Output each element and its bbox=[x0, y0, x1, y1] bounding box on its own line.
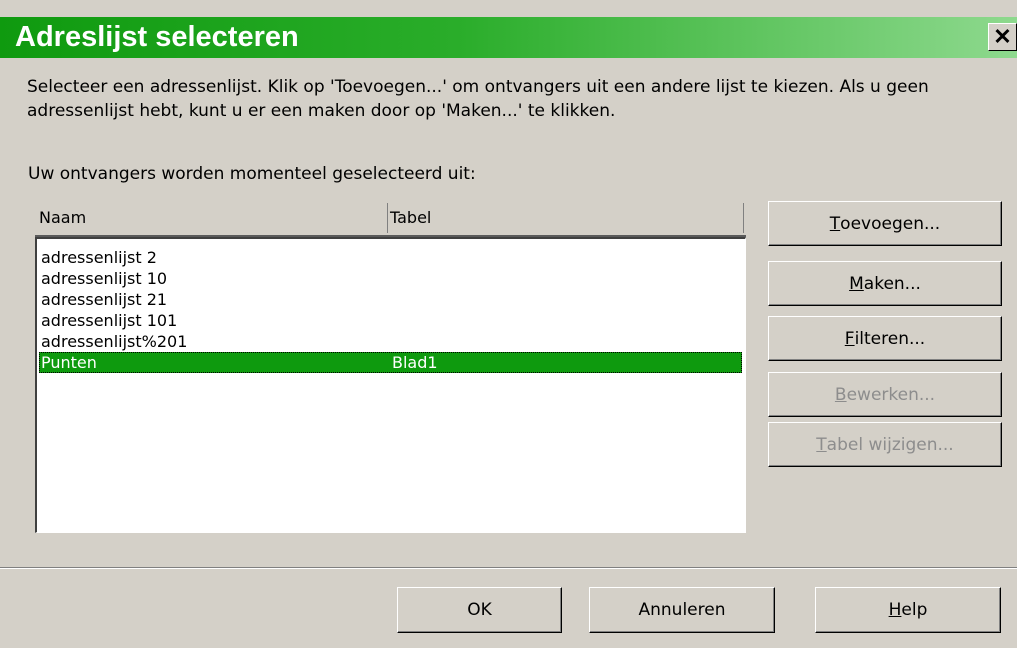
column-header-naam[interactable]: Naam bbox=[39, 208, 86, 227]
maken-label: aken... bbox=[863, 273, 921, 294]
footer-separator bbox=[0, 567, 1017, 569]
bewerken-label: ewerken... bbox=[846, 384, 936, 405]
description-text: Selecteer een adressenlijst. Klik op 'To… bbox=[27, 77, 929, 121]
address-list: Naam Tabel adressenlijst 2 adressenlijst… bbox=[35, 201, 746, 533]
dialog-titlebar: Adreslijst selecteren ✕ bbox=[0, 17, 1017, 58]
filteren-label: ilteren... bbox=[854, 328, 926, 349]
toevoegen-button[interactable]: Toevoegen... bbox=[768, 201, 1002, 246]
list-item[interactable]: adressenlijst%201 bbox=[39, 331, 742, 352]
list-item-table: Blad1 bbox=[392, 353, 438, 372]
maken-button[interactable]: Maken... bbox=[768, 261, 1002, 306]
list-item-name: adressenlijst 2 bbox=[41, 248, 157, 267]
help-button[interactable]: Help bbox=[815, 587, 1001, 633]
dialog-title: Adreslijst selecteren bbox=[15, 21, 299, 53]
list-item[interactable]: adressenlijst 10 bbox=[39, 268, 742, 289]
annuleren-button[interactable]: Annuleren bbox=[589, 587, 775, 633]
close-icon: ✕ bbox=[993, 24, 1012, 49]
list-item-name: adressenlijst%201 bbox=[41, 332, 188, 351]
toevoegen-accesskey: T bbox=[829, 213, 841, 234]
list-item[interactable]: adressenlijst 101 bbox=[39, 310, 742, 331]
list-item-selected[interactable]: Punten Blad1 bbox=[39, 352, 742, 373]
close-button[interactable]: ✕ bbox=[988, 23, 1017, 51]
list-header: Naam Tabel bbox=[35, 201, 746, 237]
ok-label: OK bbox=[467, 600, 492, 620]
list-item-name: adressenlijst 101 bbox=[41, 311, 178, 330]
column-divider[interactable] bbox=[743, 203, 744, 233]
list-item[interactable]: adressenlijst 21 bbox=[39, 289, 742, 310]
current-source-label: Uw ontvangers worden momenteel geselecte… bbox=[28, 164, 476, 184]
annuleren-label: Annuleren bbox=[638, 600, 726, 620]
help-label: elp bbox=[901, 600, 928, 620]
help-accesskey: H bbox=[888, 600, 902, 620]
toevoegen-label: oevoegen... bbox=[840, 213, 941, 234]
tabel-wijzigen-accesskey: T bbox=[816, 434, 827, 455]
list-body: adressenlijst 2 adressenlijst 10 adresse… bbox=[35, 237, 746, 533]
ok-button[interactable]: OK bbox=[397, 587, 562, 633]
list-item-name: adressenlijst 10 bbox=[41, 269, 168, 288]
filteren-button[interactable]: Filteren... bbox=[768, 316, 1002, 361]
filteren-accesskey: F bbox=[844, 328, 855, 349]
list-item[interactable]: adressenlijst 2 bbox=[39, 247, 742, 268]
bewerken-accesskey: B bbox=[834, 384, 847, 405]
column-header-tabel[interactable]: Tabel bbox=[390, 208, 431, 227]
bewerken-button[interactable]: Bewerken... bbox=[768, 372, 1002, 417]
list-item-name: Punten bbox=[41, 353, 97, 372]
tabel-wijzigen-label: abel wijzigen... bbox=[826, 434, 954, 455]
maken-accesskey: M bbox=[849, 273, 864, 294]
list-item-name: adressenlijst 21 bbox=[41, 290, 168, 309]
column-divider[interactable] bbox=[387, 203, 388, 233]
tabel-wijzigen-button[interactable]: Tabel wijzigen... bbox=[768, 422, 1002, 467]
